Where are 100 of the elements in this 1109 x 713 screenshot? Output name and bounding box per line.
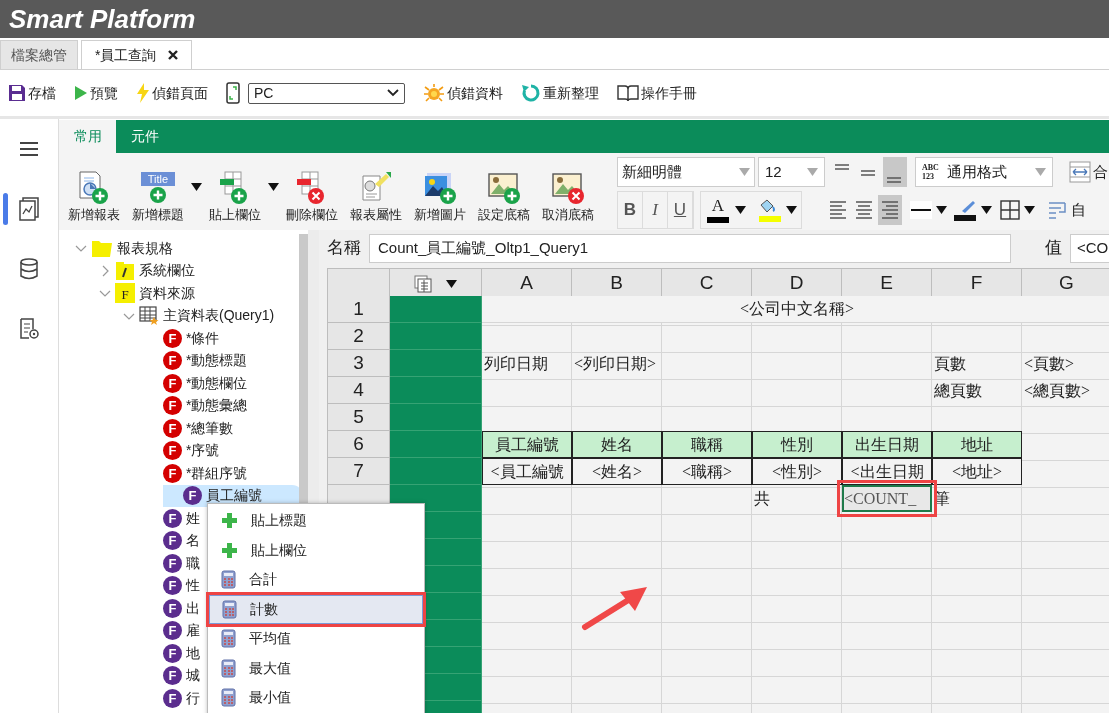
sheet-cell[interactable]: <姓名> [572, 458, 662, 485]
text-style-button[interactable]: B [618, 192, 643, 228]
column-header[interactable]: C [662, 269, 752, 299]
sheet-cell[interactable]: <頁數> [1022, 350, 1109, 377]
tree-item[interactable]: F 姓 [163, 507, 200, 530]
field-badge: F [163, 553, 182, 573]
app-title: Smart Platform [9, 6, 196, 32]
tree-item[interactable]: F *條件 [163, 327, 220, 350]
tree-item[interactable]: F 職 [163, 552, 200, 575]
column-header[interactable]: B [572, 269, 662, 299]
menu-item[interactable]: 合計 [209, 565, 423, 595]
font-family-select[interactable]: 新細明體 [617, 157, 755, 187]
row-header[interactable]: 2 [328, 323, 390, 350]
ribbon-button[interactable]: 新增圖片 [408, 169, 472, 224]
field-badge: F [163, 463, 182, 483]
sheet-cell[interactable]: 員工編號 [482, 431, 572, 458]
column-header[interactable]: A [482, 269, 572, 299]
sheet-cell[interactable]: 共 [752, 485, 842, 512]
sheet-cell[interactable]: 地址 [932, 431, 1022, 458]
column-header[interactable]: G [1022, 269, 1109, 299]
field-badge: F [163, 621, 182, 641]
text-style-button[interactable]: I [643, 192, 668, 228]
tree-item[interactable]: F 資料來源 [115, 282, 195, 305]
sheet-cell[interactable]: 姓名 [572, 431, 662, 458]
tree-item[interactable]: F *群組序號 [163, 462, 248, 485]
sheet-cell[interactable]: <出生日期 [842, 458, 932, 485]
toolbar-button[interactable]: 重新整理 [521, 82, 599, 104]
tree-item[interactable]: 系統欄位 [115, 259, 195, 282]
ribbon-button[interactable]: 設定底稿 [472, 169, 536, 224]
tree-item[interactable]: 主資料表(Query1) [139, 304, 275, 327]
tree-item[interactable]: F 名 [163, 529, 200, 552]
sheet-cell[interactable]: 職稱 [662, 431, 752, 458]
sheet-cell[interactable]: 出生日期 [842, 431, 932, 458]
sheet-cell[interactable]: 頁數 [932, 350, 1022, 377]
tree-item[interactable]: F *動態彙總 [163, 394, 248, 417]
tree-item[interactable]: F 行 [163, 687, 200, 710]
toolbar-button[interactable]: 操作手冊 [617, 82, 697, 104]
tree-item[interactable]: F 地 [163, 642, 200, 665]
row-header[interactable]: 6 [328, 431, 390, 458]
tree-item[interactable]: 報表規格 [91, 237, 173, 260]
menu-item[interactable]: 最小值 [209, 683, 423, 713]
sheet-cell[interactable]: <性別> [752, 458, 842, 485]
wrap-text-label[interactable]: 自 [1071, 198, 1086, 222]
sheet-cell[interactable]: 列印日期 [482, 350, 572, 377]
ribbon-button[interactable]: 刪除欄位 [280, 169, 344, 224]
tree-item[interactable]: F 出 [163, 597, 200, 620]
text-style-button[interactable]: U [668, 192, 693, 228]
column-header[interactable]: E [842, 269, 932, 299]
tree-item[interactable]: F *動態標題 [163, 349, 248, 372]
tree-item[interactable]: F *動態欄位 [163, 372, 248, 395]
ribbon-tab[interactable]: 元件 [116, 120, 173, 153]
sheet-cell[interactable]: <公司中文名稱> [482, 296, 1109, 323]
name-field[interactable]: Count_員工編號_Oltp1_Query1 [369, 233, 1011, 263]
tree-item[interactable]: F *總筆數 [163, 417, 234, 440]
field-badge: F [163, 328, 182, 348]
sheet-cell[interactable]: <員工編號 [482, 458, 572, 485]
font-size-select[interactable]: 12 [758, 157, 825, 187]
ribbon-button[interactable]: Title 新增標題 [126, 169, 190, 224]
field-badge: F [163, 576, 182, 596]
toolbar-button[interactable]: 預覽 [74, 82, 118, 104]
row-header[interactable]: 3 [328, 350, 390, 377]
menu-item[interactable]: 貼上標題 [209, 506, 423, 536]
row-header[interactable]: 1 [328, 296, 390, 323]
sheet-cell[interactable]: <職稱> [662, 458, 752, 485]
toolbar-button[interactable]: 存檔 [8, 82, 56, 104]
font-color-button[interactable]: A [705, 197, 731, 223]
row-header[interactable]: 4 [328, 377, 390, 404]
sheet-cell[interactable]: <列印日期> [572, 350, 662, 377]
menu-item[interactable]: 平均值 [209, 624, 423, 654]
row-header[interactable]: 5 [328, 404, 390, 431]
column-header[interactable]: F [932, 269, 1022, 299]
field-badge: F [163, 441, 182, 461]
document-tab[interactable]: 檔案總管 [0, 40, 78, 69]
tree-item[interactable]: F 性 [163, 574, 200, 597]
tree-item[interactable]: F 城 [163, 664, 200, 687]
value-field[interactable]: <CO [1070, 233, 1109, 263]
sheet-cell[interactable]: <總頁數> [1022, 377, 1109, 404]
field-badge: F [163, 598, 182, 618]
column-header[interactable]: D [752, 269, 842, 299]
menu-item[interactable]: 最大值 [209, 653, 423, 683]
menu-item[interactable]: 貼上欄位 [209, 535, 423, 565]
ribbon-button[interactable]: 貼上欄位 [203, 169, 267, 224]
sheet-cell[interactable]: 性別 [752, 431, 842, 458]
sheet-cell[interactable]: 總頁數 [932, 377, 1022, 404]
tree-item[interactable]: F *序號 [163, 439, 220, 462]
menu-item[interactable]: 計數 [209, 594, 423, 624]
row-header[interactable]: 7 [328, 458, 390, 485]
value-label: 值 [1045, 237, 1062, 260]
ribbon-button[interactable]: 取消底稿 [536, 169, 600, 224]
ribbon-button[interactable]: 報表屬性 [344, 169, 408, 224]
source-folder-badge: F [115, 283, 135, 304]
toolbar-button[interactable]: 偵錯頁面 [136, 82, 208, 104]
ribbon-tab[interactable]: 常用 [59, 120, 116, 153]
sheet-cell[interactable]: <地址> [932, 458, 1022, 485]
document-tab[interactable]: *員工查詢 [81, 40, 193, 69]
toolbar-button[interactable]: 偵錯資料 [423, 82, 503, 104]
ribbon-button[interactable]: 新增報表 [62, 169, 126, 224]
tree-item[interactable]: F 雇 [163, 619, 200, 642]
merge-label[interactable]: 合 [1093, 160, 1108, 184]
device-select[interactable]: PC [248, 82, 405, 104]
